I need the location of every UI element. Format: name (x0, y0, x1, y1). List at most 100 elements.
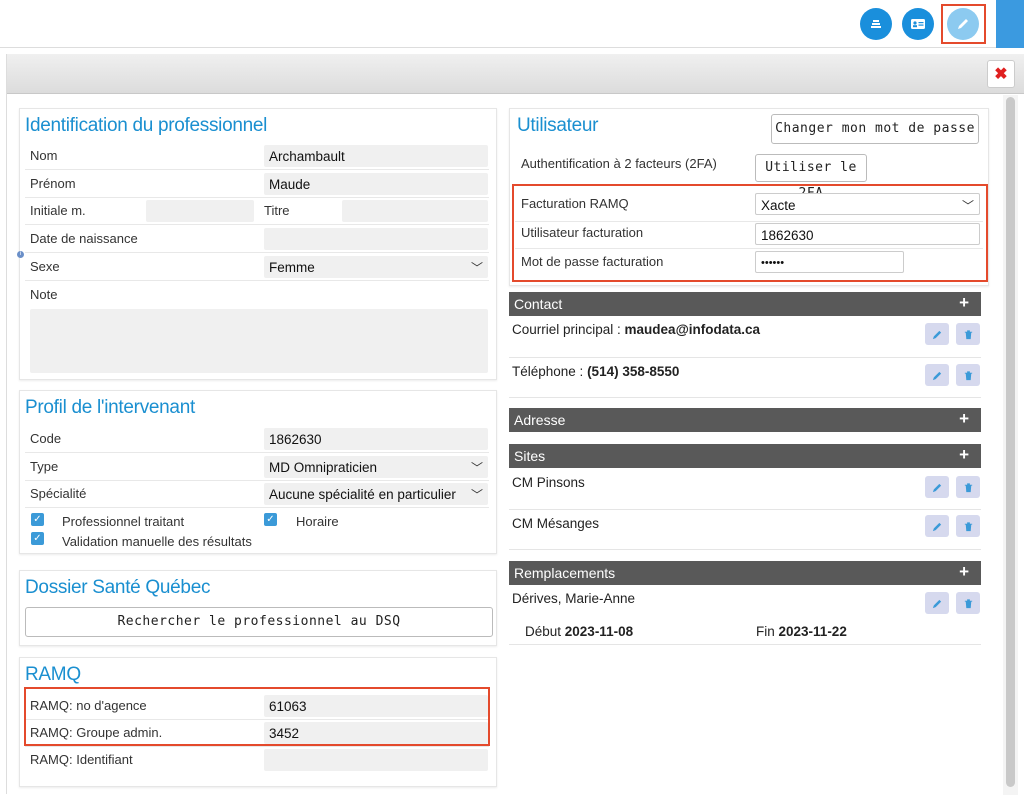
profil-panel: Profil de l'intervenant Code 1862630 Typ… (19, 390, 497, 554)
naissance-label: Date de naissance (30, 231, 138, 246)
prenom-label: Prénom (30, 176, 76, 191)
identifiant-field[interactable] (264, 749, 488, 771)
delete-button[interactable] (956, 515, 980, 537)
close-button[interactable]: ✖ (987, 60, 1015, 88)
pencil-icon (932, 371, 941, 380)
contact-email-row: Courriel principal : maudea@infodata.ca (509, 316, 981, 358)
adresse-header: Adresse + (509, 408, 981, 432)
checkbox-validation[interactable]: ✓ (31, 532, 44, 545)
scrollbar[interactable] (1003, 95, 1018, 795)
initiale-titre-row: Initiale m. Titre (25, 198, 489, 225)
contact-header: Contact + (509, 292, 981, 316)
use-2fa-button[interactable]: Utiliser le 2FA (755, 154, 867, 201)
identifiant-row: RAMQ: Identifiant (25, 747, 489, 774)
edit-button[interactable] (925, 364, 949, 386)
sites-title: Sites (514, 448, 546, 464)
titre-label: Titre (264, 203, 290, 218)
type-value: MD Omnipraticien (269, 460, 378, 475)
nom-field[interactable]: Archambault (264, 145, 488, 167)
fin-text: Fin 2023-11-22 (756, 624, 847, 639)
delete-button[interactable] (956, 592, 980, 614)
code-field[interactable]: 1862630 (264, 428, 488, 450)
naissance-field[interactable] (264, 228, 488, 250)
facturation-highlight-box (512, 184, 988, 282)
edit-button[interactable] (925, 515, 949, 537)
top-toolbar (0, 0, 1024, 48)
chevron-down-icon: ﹀ (470, 486, 483, 503)
pencil-icon (932, 522, 941, 531)
chevron-down-icon: ﹀ (470, 461, 483, 475)
checkbox-horaire[interactable]: ✓ (264, 513, 277, 526)
add-contact-button[interactable]: + (959, 293, 969, 313)
nom-label: Nom (30, 148, 58, 163)
sexe-label: Sexe (30, 259, 60, 274)
edit-highlight-box (941, 4, 986, 44)
pencil-icon (932, 330, 941, 339)
id-card-icon[interactable] (902, 8, 934, 40)
add-site-button[interactable]: + (959, 445, 969, 465)
panel-title: Profil de l'intervenant (25, 397, 195, 418)
trash-icon (964, 521, 972, 531)
prenom-row: Prénom Maude (25, 171, 489, 198)
note-textarea[interactable] (30, 309, 488, 373)
search-dsq-button[interactable]: Rechercher le professionnel au DSQ (25, 607, 493, 637)
email-text: Courriel principal : maudea@infodata.ca (512, 322, 760, 337)
add-remplacement-button[interactable]: + (959, 562, 969, 582)
identification-panel: Identification du professionnel Nom Arch… (19, 108, 497, 380)
edit-button[interactable] (925, 476, 949, 498)
type-row: Type MD Omnipraticien ﹀ (25, 454, 489, 481)
trash-icon (964, 482, 972, 492)
delete-button[interactable] (956, 476, 980, 498)
delete-button[interactable] (956, 364, 980, 386)
close-icon: ✖ (994, 66, 1008, 83)
remplacement-row: Dérives, Marie-Anne Début 2023-11-08 Fin… (509, 585, 981, 645)
trash-icon (964, 598, 972, 608)
remplacements-header: Remplacements + (509, 561, 981, 585)
site-name: CM Pinsons (512, 475, 585, 490)
stack-icon[interactable] (860, 8, 892, 40)
prenom-field[interactable]: Maude (264, 173, 488, 195)
code-row: Code 1862630 (25, 426, 489, 453)
info-icon: i (17, 251, 24, 258)
sites-header: Sites + (509, 444, 981, 468)
specialite-label: Spécialité (30, 486, 87, 501)
note-label: Note (30, 287, 58, 302)
chevron-down-icon: ﹀ (470, 261, 483, 275)
delete-button[interactable] (956, 323, 980, 345)
titre-field[interactable] (342, 200, 488, 222)
dsq-panel: Dossier Santé Québec Rechercher le profe… (19, 570, 497, 646)
nom-row: Nom Archambault (25, 143, 489, 170)
type-select[interactable]: MD Omnipraticien ﹀ (264, 456, 488, 478)
specialite-select[interactable]: Aucune spécialité en particulier ﹀ (264, 483, 488, 505)
remplacements-title: Remplacements (514, 565, 616, 581)
initiale-field[interactable] (146, 200, 254, 222)
pencil-icon (932, 599, 941, 608)
sexe-value: Femme (269, 260, 315, 275)
naissance-row: Date de naissance (25, 226, 489, 253)
panel-title: Utilisateur (517, 115, 599, 136)
specialite-value: Aucune spécialité en particulier (269, 487, 456, 502)
edit-button[interactable] (925, 323, 949, 345)
pencil-icon (932, 483, 941, 492)
add-adresse-button[interactable]: + (959, 409, 969, 429)
contact-phone-row: Téléphone : (514) 358-8550 (509, 358, 981, 398)
site-row: CM Mésanges (509, 510, 981, 550)
trash-icon (964, 370, 972, 380)
scroll-thumb[interactable] (1006, 97, 1015, 787)
checkbox-traitant[interactable]: ✓ (31, 513, 44, 526)
note-row: Note (25, 282, 489, 309)
sexe-select[interactable]: Femme ﹀ (264, 256, 488, 278)
sexe-row: Sexe Femme ﹀ (25, 254, 489, 281)
trash-icon (964, 329, 972, 339)
modal-header: ✖ (7, 54, 1024, 94)
traitant-label: Professionnel traitant (62, 514, 185, 529)
adresse-title: Adresse (514, 412, 566, 428)
type-label: Type (30, 459, 59, 474)
remplacement-name: Dérives, Marie-Anne (512, 591, 636, 606)
code-label: Code (30, 431, 62, 446)
change-password-button[interactable]: Changer mon mot de passe (771, 114, 979, 144)
initiale-label: Initiale m. (30, 203, 86, 218)
panel-title: Identification du professionnel (25, 115, 268, 136)
edit-button[interactable] (925, 592, 949, 614)
right-strip (996, 0, 1024, 48)
